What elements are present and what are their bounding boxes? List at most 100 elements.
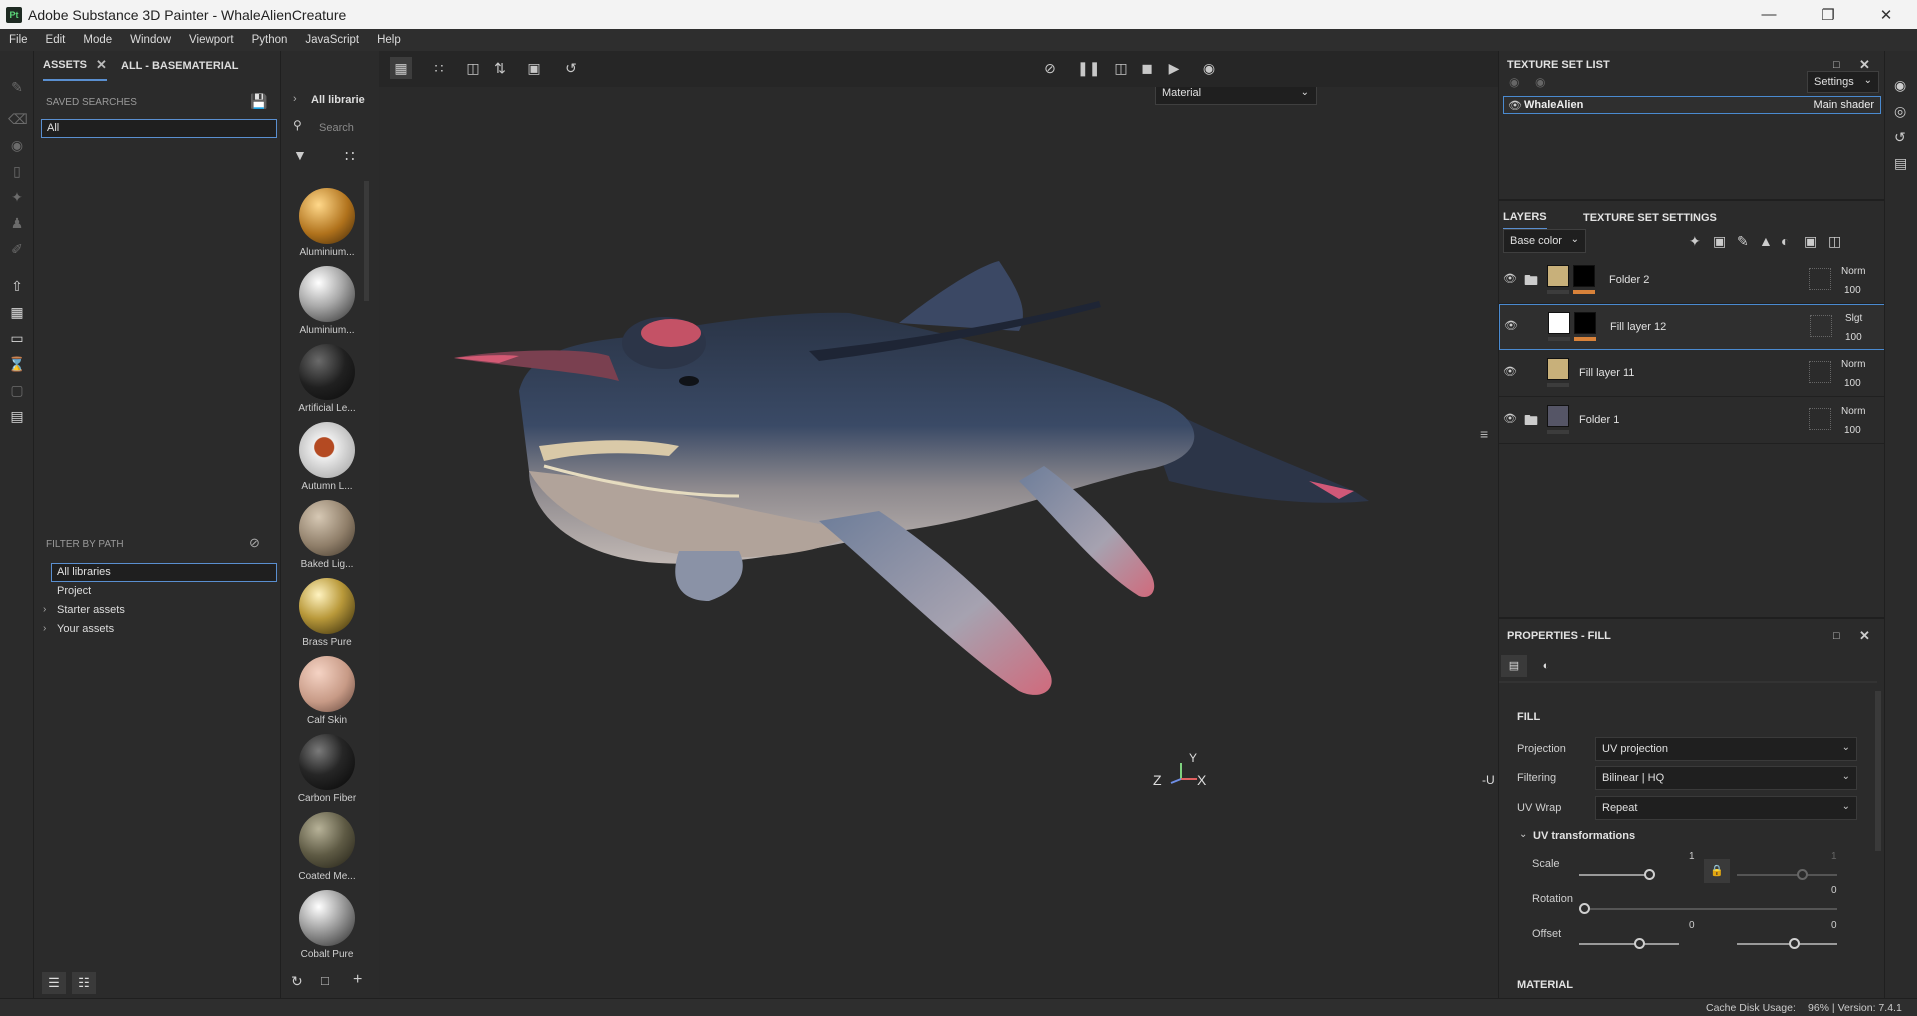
scale-slider-knob[interactable]: [1644, 869, 1655, 880]
layer-mask-slot[interactable]: [1809, 408, 1831, 430]
frame-select-icon[interactable]: ▦: [390, 57, 412, 79]
history-icon[interactable]: ↺: [1894, 129, 1906, 146]
blend-mode[interactable]: Norm: [1841, 359, 1865, 370]
mirror-icon[interactable]: ⇅: [489, 57, 511, 79]
grid-view-icon[interactable]: ∷: [345, 147, 355, 165]
add-paint-layer-icon[interactable]: ✎: [1737, 233, 1749, 250]
layer-opacity[interactable]: 100: [1844, 378, 1861, 389]
offset-slider-knob-v[interactable]: [1789, 938, 1800, 949]
close-window-icon[interactable]: ✕: [1863, 0, 1909, 29]
refresh-icon[interactable]: ↻: [291, 973, 303, 990]
tab-assets[interactable]: ASSETS ✕: [43, 51, 107, 81]
tile-mode-icon[interactable]: ∷: [428, 57, 450, 79]
tab-texture-set-settings[interactable]: TEXTURE SET SETTINGS: [1583, 206, 1717, 230]
scale-slider-track[interactable]: [1579, 874, 1649, 876]
channel-dropdown[interactable]: Base color ⌄: [1503, 229, 1586, 253]
collapse-uv-icon[interactable]: ⌄: [1519, 829, 1527, 840]
new-folder-icon[interactable]: □: [321, 973, 329, 988]
material-thumbnail[interactable]: Aluminium...: [291, 266, 363, 336]
paint-brush-icon[interactable]: ✎: [8, 78, 26, 96]
layer-mask-slot[interactable]: [1809, 361, 1831, 383]
material-thumbnail[interactable]: Carbon Fiber: [291, 734, 363, 804]
rotation-slider-track[interactable]: [1579, 908, 1837, 910]
eye-icon[interactable]: 👁: [1503, 365, 1517, 378]
path-all-libraries[interactable]: All libraries: [51, 563, 277, 582]
layer-opacity[interactable]: 100: [1845, 332, 1862, 343]
pause-icon[interactable]: ❚❚: [1077, 57, 1100, 79]
display-settings-icon[interactable]: ▭: [8, 329, 26, 347]
rotation-slider-knob[interactable]: [1579, 903, 1590, 914]
uv-transformations-label[interactable]: UV transformations: [1533, 830, 1635, 842]
close-panel-icon[interactable]: ✕: [1859, 628, 1870, 644]
layer-row[interactable]: 👁 🖿 Folder 2 Norm 100: [1499, 258, 1885, 304]
tab-all-basematerial[interactable]: ALL - BASEMATERIAL: [121, 51, 239, 81]
expand-starter-icon[interactable]: ›: [43, 604, 46, 615]
add-icon[interactable]: +: [353, 971, 362, 989]
path-your-assets[interactable]: Your assets: [57, 623, 114, 635]
settings-dropdown[interactable]: Settings ⌄: [1807, 71, 1879, 93]
menu-python[interactable]: Python: [243, 34, 297, 46]
layer-row[interactable]: 👁 Fill layer 11 Norm 100: [1499, 351, 1885, 397]
path-starter-assets[interactable]: Starter assets: [57, 604, 125, 616]
properties-scrollbar[interactable]: [1875, 691, 1881, 851]
close-tab-icon[interactable]: ✕: [96, 57, 107, 73]
offset-slider-track-v[interactable]: [1737, 943, 1837, 945]
history-icon[interactable]: ↺: [560, 57, 582, 79]
menu-edit[interactable]: Edit: [37, 34, 75, 46]
symmetry-icon[interactable]: ◫: [462, 57, 484, 79]
layer-opacity[interactable]: 100: [1844, 285, 1861, 296]
menu-javascript[interactable]: JavaScript: [296, 34, 368, 46]
saved-search-input[interactable]: All: [41, 119, 277, 138]
environment-icon[interactable]: ◎: [1894, 103, 1906, 120]
shader-settings-icon[interactable]: ▤: [1894, 155, 1907, 172]
frame-icon[interactable]: ▣: [523, 57, 545, 79]
eye-icon[interactable]: 👁: [1508, 99, 1522, 112]
add-folder-icon[interactable]: ▣: [1804, 233, 1817, 250]
smudge-icon[interactable]: ✦: [8, 188, 26, 206]
menu-viewport[interactable]: Viewport: [180, 34, 243, 46]
layer-row[interactable]: 👁 🖿 Folder 1 Norm 100: [1499, 398, 1885, 444]
delete-layer-icon[interactable]: ◫: [1828, 233, 1841, 250]
add-mask-icon[interactable]: ◐: [1781, 233, 1789, 249]
screenshot-icon[interactable]: ◉: [1198, 57, 1220, 79]
texture-set-icon[interactable]: ▦: [8, 303, 26, 321]
eye-icon[interactable]: 👁: [1504, 319, 1518, 332]
material-tab-icon[interactable]: ◐: [1533, 655, 1559, 677]
split-handle-icon[interactable]: ≡: [1480, 426, 1494, 456]
library-breadcrumb[interactable]: All librarie: [311, 94, 365, 106]
minimize-icon[interactable]: —: [1746, 0, 1792, 29]
menu-help[interactable]: Help: [368, 34, 410, 46]
blend-mode[interactable]: Slgt: [1845, 313, 1862, 324]
layer-mask-slot[interactable]: [1810, 315, 1832, 337]
eye-outline-icon[interactable]: ◉: [1535, 75, 1545, 89]
menu-file[interactable]: File: [0, 34, 37, 46]
add-smart-material-icon[interactable]: ▣: [1713, 233, 1726, 250]
material-thumbnail[interactable]: Cobalt Pure: [291, 890, 363, 960]
float-icon[interactable]: □: [1833, 630, 1840, 642]
lock-icon[interactable]: 🔒: [1704, 859, 1730, 883]
viewport[interactable]: Material ⌄ ≡ Y Z X -U: [379, 51, 1498, 996]
expand-your-assets-icon[interactable]: ›: [43, 623, 46, 634]
hide-filter-icon[interactable]: ⊘: [249, 535, 260, 551]
material-thumbnail[interactable]: Coated Me...: [291, 812, 363, 882]
tree-view-icon[interactable]: ☷: [72, 972, 96, 994]
hide-icon[interactable]: ⊘: [1039, 57, 1061, 79]
assets-icon[interactable]: ⇧: [8, 277, 26, 295]
filter-icon[interactable]: ▼: [293, 147, 307, 163]
offset-slider-track-u[interactable]: [1579, 943, 1679, 945]
scale-slider-knob-v[interactable]: [1797, 869, 1808, 880]
tab-layers[interactable]: LAYERS: [1503, 206, 1547, 230]
material-thumbnail[interactable]: Brass Pure: [291, 578, 363, 648]
save-search-icon[interactable]: 💾: [250, 93, 267, 109]
offset-slider-knob-u[interactable]: [1634, 938, 1645, 949]
layer-row-selected[interactable]: 👁 Fill layer 12 Slgt 100: [1499, 304, 1885, 350]
split-view-icon[interactable]: ◫: [1110, 57, 1132, 79]
uvwrap-dropdown[interactable]: Repeat ⌄: [1595, 796, 1857, 820]
cube-icon[interactable]: ◼: [1136, 57, 1158, 79]
maximize-icon[interactable]: ❐: [1805, 0, 1851, 29]
add-effect-icon[interactable]: ✦: [1689, 233, 1701, 250]
material-thumbnail[interactable]: Aluminium...: [291, 188, 363, 258]
eraser-icon[interactable]: ⌫: [8, 110, 28, 128]
add-fill-layer-icon[interactable]: ▲: [1759, 233, 1773, 249]
projection-icon[interactable]: ◉: [8, 136, 26, 154]
